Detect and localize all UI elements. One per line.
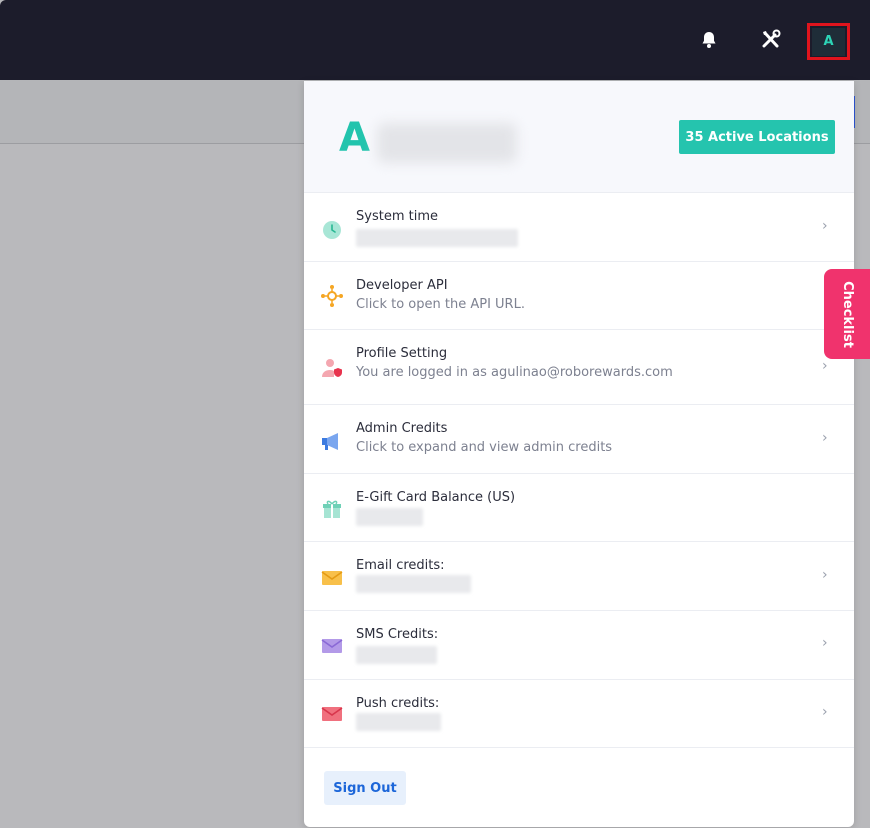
top-navbar: A xyxy=(0,0,870,80)
checklist-label: Checklist xyxy=(839,280,855,348)
menu-item-title: E-Gift Card Balance (US) xyxy=(356,490,516,505)
chevron-right-icon: › xyxy=(822,358,828,374)
menu-item-title: SMS Credits: xyxy=(356,627,439,642)
blurred-user-name xyxy=(377,123,517,163)
redacted-value xyxy=(356,508,423,526)
checklist-tab[interactable]: Checklist xyxy=(824,269,870,359)
user-dropdown-panel: A 35 Active Locations System time › Deve… xyxy=(304,81,854,827)
menu-item-developer-api[interactable]: Developer API Click to open the API URL. xyxy=(304,262,854,330)
clock-icon xyxy=(323,221,341,239)
api-icon xyxy=(321,285,343,307)
bell-icon xyxy=(702,32,716,48)
envelope-purple-icon xyxy=(321,639,343,653)
tools-button[interactable] xyxy=(757,26,785,54)
menu-item-email-credits[interactable]: Email credits: › xyxy=(304,542,854,611)
redacted-value xyxy=(356,229,518,247)
megaphone-icon xyxy=(322,433,338,450)
sign-out-button[interactable]: Sign Out xyxy=(324,771,406,805)
profile-initial: A xyxy=(339,115,370,161)
menu-item-subtitle: Click to open the API URL. xyxy=(356,297,525,312)
user-avatar-button[interactable]: A xyxy=(812,27,845,56)
menu-item-egift-balance[interactable]: E-Gift Card Balance (US) xyxy=(304,474,854,542)
menu-item-push-credits[interactable]: Push credits: › xyxy=(304,680,854,748)
chevron-right-icon: › xyxy=(822,635,828,651)
user-shield-icon xyxy=(322,359,342,377)
envelope-red-icon xyxy=(321,707,343,721)
redacted-value xyxy=(356,575,471,593)
menu-item-subtitle: Click to expand and view admin credits xyxy=(356,440,613,455)
menu-item-title: System time xyxy=(356,209,438,224)
menu-item-profile-setting[interactable]: Profile Setting You are logged in as agu… xyxy=(304,330,854,405)
notifications-button[interactable] xyxy=(695,26,723,54)
menu-item-title: Profile Setting xyxy=(356,346,448,361)
redacted-value xyxy=(356,646,437,664)
chevron-right-icon: › xyxy=(822,567,828,583)
menu-item-title: Email credits: xyxy=(356,558,445,573)
chevron-right-icon: › xyxy=(822,218,828,234)
menu-item-admin-credits[interactable]: Admin Credits Click to expand and view a… xyxy=(304,405,854,474)
chevron-right-icon: › xyxy=(822,704,828,720)
chevron-right-icon: › xyxy=(822,430,828,446)
menu-item-title: Push credits: xyxy=(356,696,440,711)
panel-header: A 35 Active Locations xyxy=(304,81,854,193)
tools-icon xyxy=(762,29,781,48)
menu-item-system-time[interactable]: System time › xyxy=(304,193,854,262)
menu-item-title: Developer API xyxy=(356,278,448,293)
menu-item-title: Admin Credits xyxy=(356,421,448,436)
menu-item-sms-credits[interactable]: SMS Credits: › xyxy=(304,611,854,680)
gift-icon xyxy=(323,500,341,518)
redacted-value xyxy=(356,713,441,731)
envelope-yellow-icon xyxy=(321,571,343,585)
user-menu-highlight[interactable]: A xyxy=(807,23,850,60)
menu-item-subtitle: You are logged in as agulinao@roboreward… xyxy=(356,365,673,380)
active-locations-button[interactable]: 35 Active Locations xyxy=(679,120,835,154)
